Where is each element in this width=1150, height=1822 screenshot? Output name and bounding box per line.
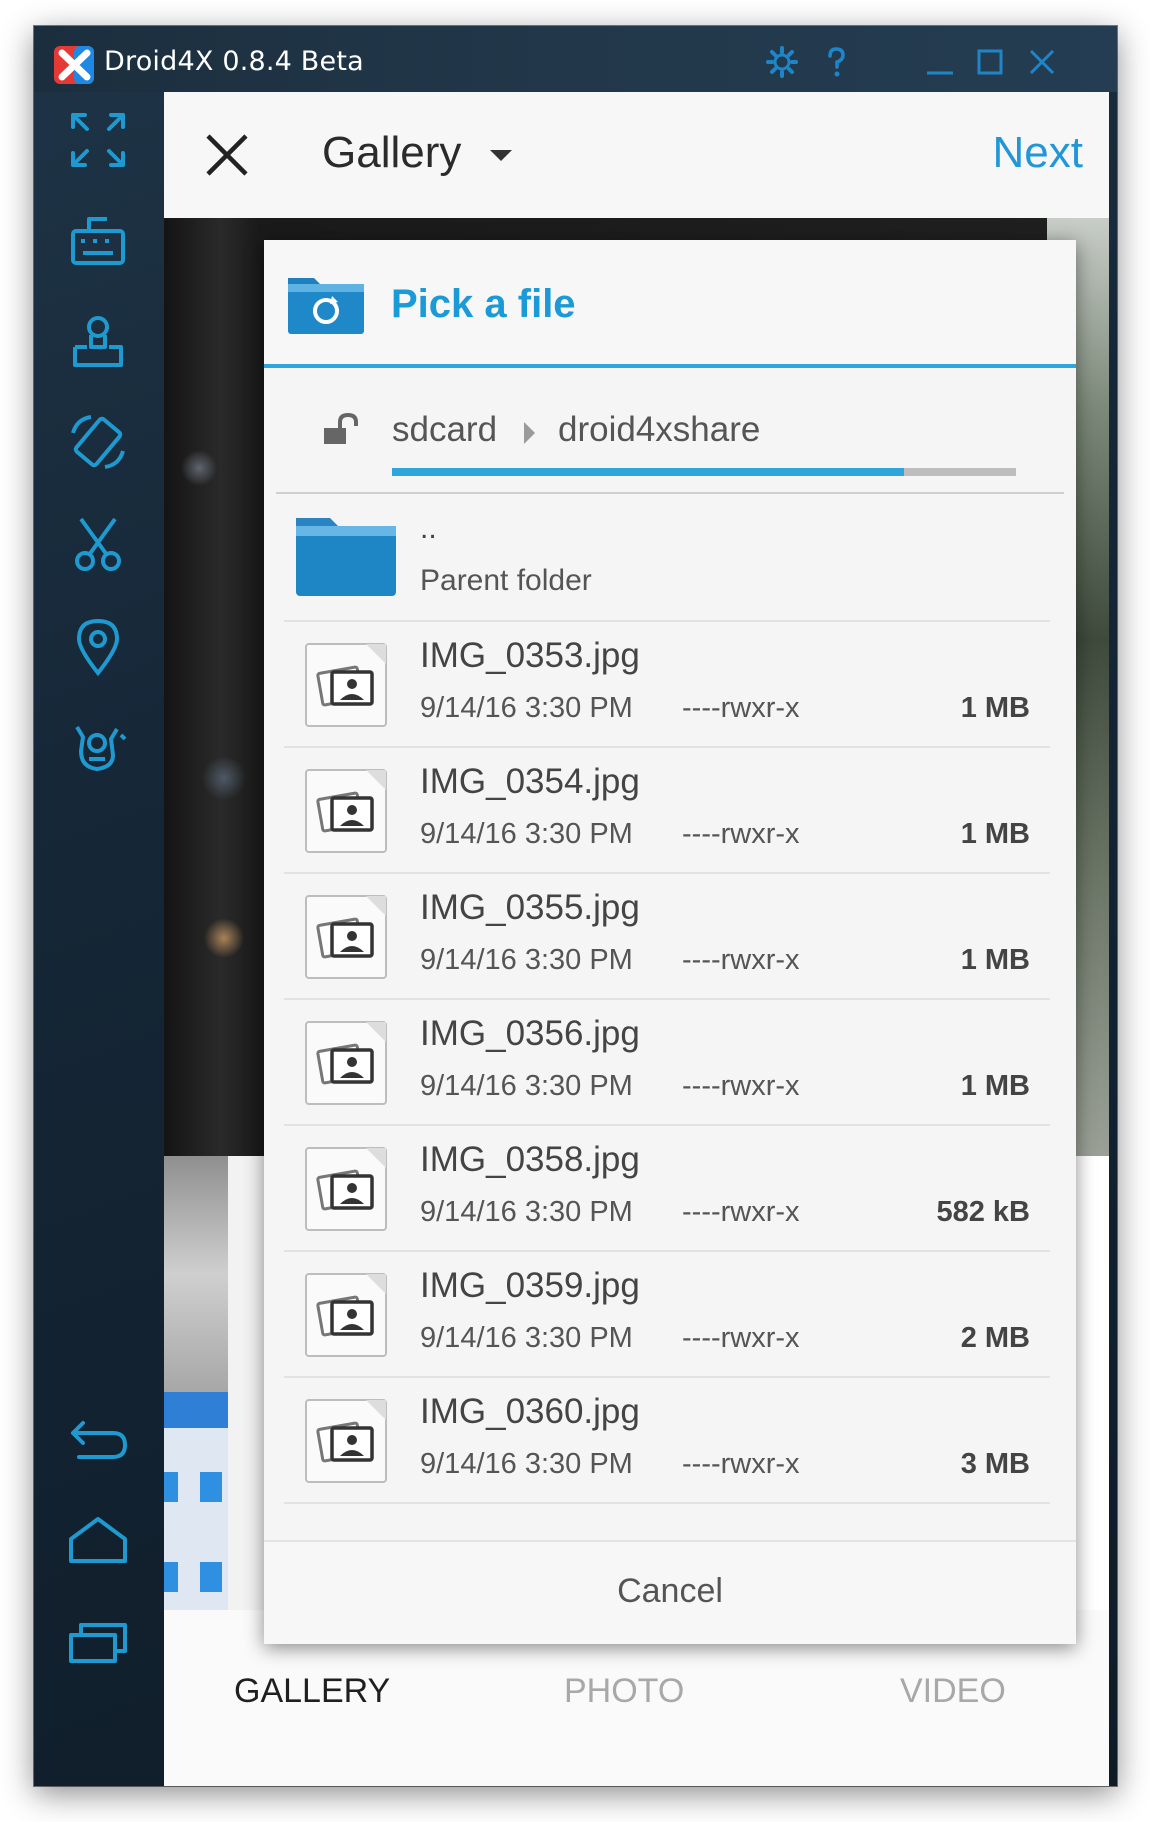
next-button[interactable]: Next	[993, 128, 1083, 178]
image-file-icon	[305, 1399, 387, 1483]
image-file-icon	[305, 895, 387, 979]
file-date: 9/14/16 3:30 PM	[420, 1322, 633, 1354]
file-permissions: ----rwxr-x	[682, 1322, 800, 1354]
file-size: 1 MB	[960, 1070, 1030, 1102]
background-thumbnail	[164, 1156, 228, 1392]
tab-video[interactable]: VIDEO	[900, 1672, 1006, 1711]
file-name: IMG_0359.jpg	[420, 1266, 640, 1305]
keyboard-icon[interactable]	[64, 206, 132, 274]
parent-folder-row[interactable]: .. Parent folder	[284, 494, 1050, 622]
dropdown-caret-icon[interactable]	[490, 150, 512, 161]
breadcrumb-scrollbar[interactable]	[392, 468, 1016, 476]
file-row[interactable]: IMG_0353.jpg 9/14/16 3:30 PM ----rwxr-x 1 M…	[284, 620, 1050, 748]
tab-photo[interactable]: PHOTO	[564, 1672, 684, 1711]
image-file-icon	[305, 769, 387, 853]
breadcrumb-scrollbar-thumb[interactable]	[392, 468, 904, 476]
maximize-icon[interactable]	[968, 40, 1012, 84]
file-name: IMG_0356.jpg	[420, 1014, 640, 1053]
dialog-header: Pick a file	[264, 240, 1076, 368]
close-icon[interactable]	[1020, 40, 1064, 84]
file-list[interactable]: .. Parent folder IMG_0353.jpg 9/14/16 3:3…	[264, 494, 1076, 1540]
file-size: 1 MB	[960, 944, 1030, 976]
image-file-icon	[305, 643, 387, 727]
file-size: 1 MB	[960, 818, 1030, 850]
file-date: 9/14/16 3:30 PM	[420, 692, 633, 724]
file-name: IMG_0358.jpg	[420, 1140, 640, 1179]
file-date: 9/14/16 3:30 PM	[420, 1196, 633, 1228]
file-row[interactable]: IMG_0358.jpg 9/14/16 3:30 PM ----rwxr-x 582…	[284, 1124, 1050, 1252]
file-row[interactable]: IMG_0355.jpg 9/14/16 3:30 PM ----rwxr-x 1 M…	[284, 872, 1050, 1000]
emulator-toolbar	[34, 92, 164, 1786]
dialog-footer: Cancel	[264, 1540, 1076, 1644]
home-icon[interactable]	[64, 1506, 132, 1574]
recent-apps-icon[interactable]	[64, 1608, 132, 1676]
minimize-icon[interactable]	[918, 40, 962, 84]
file-row[interactable]: IMG_0360.jpg 9/14/16 3:30 PM ----rwxr-x 3 M…	[284, 1376, 1050, 1504]
location-pin-icon[interactable]	[64, 612, 132, 680]
install-apk-icon[interactable]	[64, 308, 132, 376]
file-size: 2 MB	[960, 1322, 1030, 1354]
parent-folder-name: ..	[420, 512, 437, 545]
file-permissions: ----rwxr-x	[682, 692, 800, 724]
tab-gallery[interactable]: GALLERY	[234, 1672, 390, 1711]
unlock-icon[interactable]	[322, 412, 362, 446]
breadcrumb-sdcard[interactable]: sdcard	[392, 410, 497, 450]
title-bar: Droid4X 0.8.4 Beta	[34, 26, 1117, 92]
folder-icon	[296, 518, 396, 596]
file-name: IMG_0355.jpg	[420, 888, 640, 927]
screenshot-scissors-icon[interactable]	[64, 510, 132, 578]
breadcrumb-separator-icon	[524, 422, 535, 444]
file-row[interactable]: IMG_0354.jpg 9/14/16 3:30 PM ----rwxr-x 1 M…	[284, 746, 1050, 874]
emulator-window: Droid4X 0.8.4 Beta Gallery Next GALLERY …	[34, 26, 1117, 1786]
app-header: Gallery Next	[164, 92, 1109, 218]
image-file-icon	[305, 1147, 387, 1231]
rotate-icon[interactable]	[64, 408, 132, 476]
file-date: 9/14/16 3:30 PM	[420, 818, 633, 850]
dialog-title: Pick a file	[391, 282, 576, 326]
parent-folder-label: Parent folder	[420, 564, 592, 597]
file-size: 1 MB	[960, 692, 1030, 724]
file-permissions: ----rwxr-x	[682, 944, 800, 976]
background-thumbnail-files	[164, 1392, 228, 1610]
gallery-dropdown[interactable]: Gallery	[322, 128, 461, 178]
droid4x-logo-icon	[54, 46, 94, 84]
file-name: IMG_0353.jpg	[420, 636, 640, 675]
window-title: Droid4X 0.8.4 Beta	[104, 46, 364, 77]
file-date: 9/14/16 3:30 PM	[420, 1448, 633, 1480]
file-row[interactable]: IMG_0356.jpg 9/14/16 3:30 PM ----rwxr-x 1 M…	[284, 998, 1050, 1126]
file-name: IMG_0354.jpg	[420, 762, 640, 801]
image-file-icon	[305, 1021, 387, 1105]
settings-gear-icon[interactable]	[760, 40, 804, 84]
help-icon[interactable]	[814, 40, 858, 84]
breadcrumb: sdcard droid4xshare	[264, 368, 1076, 494]
fullscreen-icon[interactable]	[64, 106, 132, 174]
file-date: 9/14/16 3:30 PM	[420, 1070, 633, 1102]
file-size: 3 MB	[960, 1448, 1030, 1480]
file-row[interactable]: IMG_0359.jpg 9/14/16 3:30 PM ----rwxr-x 2 M…	[284, 1250, 1050, 1378]
file-permissions: ----rwxr-x	[682, 818, 800, 850]
file-permissions: ----rwxr-x	[682, 1070, 800, 1102]
file-date: 9/14/16 3:30 PM	[420, 944, 633, 976]
breadcrumb-droid4xshare[interactable]: droid4xshare	[558, 410, 760, 450]
back-icon[interactable]	[64, 1406, 132, 1474]
file-name: IMG_0360.jpg	[420, 1392, 640, 1431]
pick-file-dialog: Pick a file sdcard droid4xshare .. Paren…	[264, 240, 1076, 1644]
file-permissions: ----rwxr-x	[682, 1196, 800, 1228]
close-x-icon[interactable]	[202, 130, 252, 180]
file-permissions: ----rwxr-x	[682, 1448, 800, 1480]
shake-icon[interactable]	[64, 712, 132, 780]
cancel-button[interactable]: Cancel	[264, 1572, 1076, 1611]
file-size: 582 kB	[936, 1196, 1030, 1228]
image-file-icon	[305, 1273, 387, 1357]
folder-refresh-icon	[288, 278, 364, 334]
